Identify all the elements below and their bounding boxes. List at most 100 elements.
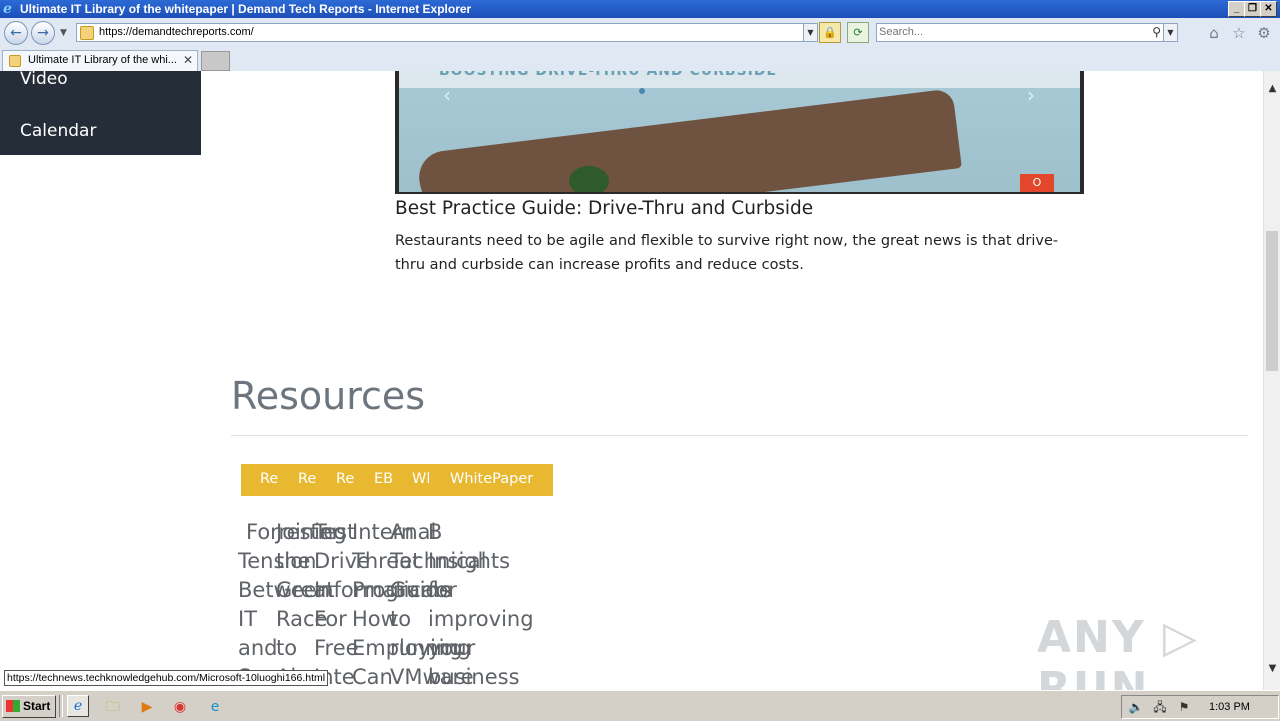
resource-card-word: Drive bbox=[314, 549, 370, 573]
resource-card-word: IT bbox=[238, 607, 258, 631]
address-url[interactable]: https://demandtechreports.com/ bbox=[99, 25, 254, 40]
resource-card-word: Test bbox=[314, 520, 356, 544]
status-bar-url: https://technews.techknowledgehub.com/Mi… bbox=[4, 670, 329, 686]
tab-strip: Ultimate IT Library of the whi... ✕ bbox=[0, 48, 1280, 72]
resource-card-word: Technical bbox=[390, 549, 487, 573]
resource-card-word: your bbox=[428, 636, 476, 660]
network-icon[interactable]: 🖧 bbox=[1152, 699, 1168, 715]
back-arrow-icon: ← bbox=[10, 25, 22, 41]
carousel-indicator[interactable] bbox=[639, 88, 645, 94]
windows-logo-icon bbox=[6, 700, 20, 712]
start-button[interactable]: Start bbox=[2, 695, 56, 718]
navigation-bar: ← → ▼ https://demandtechreports.com/ ▼ 🔒… bbox=[0, 18, 1280, 49]
window-title: Ultimate IT Library of the whitepaper | … bbox=[20, 2, 472, 16]
action-center-flag-icon[interactable]: ⚑ bbox=[1176, 699, 1192, 715]
resource-card-word: Tension bbox=[238, 549, 317, 573]
resource-card-word: Intern bbox=[352, 520, 415, 544]
post-title[interactable]: Best Practice Guide: Drive-Thru and Curb… bbox=[395, 198, 813, 219]
resource-filter-bar: Re Re Re EB Wl WhitePaper bbox=[241, 464, 553, 496]
section-divider bbox=[231, 435, 1248, 436]
filter-tab-1[interactable]: Re bbox=[260, 471, 280, 487]
filter-tab-2[interactable]: Re bbox=[298, 471, 318, 487]
post-description: Restaurants need to be agile and flexibl… bbox=[395, 233, 1059, 273]
resource-card-word: the bbox=[276, 549, 311, 573]
resource-card-word: running bbox=[390, 636, 472, 660]
ie-logo-icon: e bbox=[3, 1, 12, 17]
resource-card-word: Programs bbox=[352, 578, 452, 602]
volume-icon[interactable]: 🔈 bbox=[1128, 699, 1144, 715]
site-favicon-icon bbox=[80, 26, 94, 40]
resource-card-word: VMware bbox=[390, 665, 474, 689]
forward-button[interactable]: → bbox=[31, 21, 55, 45]
title-bar: e Ultimate IT Library of the whitepaper … bbox=[0, 0, 1280, 18]
search-box[interactable]: ⚲ ▼ bbox=[876, 23, 1178, 42]
resource-card-word: Great bbox=[276, 578, 335, 602]
scroll-down-icon[interactable]: ▼ bbox=[1264, 663, 1280, 677]
edge-icon[interactable]: e bbox=[205, 697, 225, 717]
chrome-icon[interactable]: ◉ bbox=[170, 697, 190, 717]
filter-tab-ebook[interactable]: EB bbox=[374, 471, 392, 487]
illustration-shape bbox=[416, 88, 962, 192]
resources-heading: Resources bbox=[231, 374, 426, 418]
filter-tab-3[interactable]: Re bbox=[336, 471, 356, 487]
new-tab-button[interactable] bbox=[201, 51, 230, 71]
restore-button[interactable]: ❐ bbox=[1244, 1, 1261, 17]
carousel-image[interactable]: BOOSTING DRIVE-THRU AND CURBSIDE ‹ › O bbox=[399, 71, 1080, 192]
illustration-leaf bbox=[569, 166, 609, 192]
home-icon[interactable]: ⌂ bbox=[1205, 24, 1223, 42]
resource-card-word: B bbox=[428, 520, 443, 544]
close-window-button[interactable]: ✕ bbox=[1260, 1, 1277, 17]
address-bar[interactable]: https://demandtechreports.com/ ▼ bbox=[76, 23, 818, 42]
back-button[interactable]: ← bbox=[4, 21, 28, 45]
settings-gear-icon[interactable]: ⚙ bbox=[1255, 24, 1273, 42]
resource-card-word: to bbox=[390, 607, 412, 631]
brand-badge: O bbox=[1020, 174, 1054, 192]
resource-card-word: Threat bbox=[352, 549, 421, 573]
address-dropdown-icon[interactable]: ▼ bbox=[803, 24, 817, 41]
resource-card-word: Employing bbox=[352, 636, 463, 660]
resource-card-word: improving bbox=[428, 607, 534, 631]
tab-close-icon[interactable]: ✕ bbox=[183, 53, 193, 67]
system-tray: 🔈 🖧 ⚑ 1:03 PM bbox=[1121, 695, 1279, 719]
refresh-icon[interactable]: ⟳ bbox=[847, 22, 869, 43]
scroll-thumb[interactable] bbox=[1266, 231, 1278, 371]
search-icon[interactable]: ⚲ bbox=[1152, 24, 1161, 41]
featured-carousel[interactable]: BOOSTING DRIVE-THRU AND CURBSIDE ‹ › O bbox=[395, 71, 1084, 194]
tab-favicon-icon bbox=[9, 55, 21, 67]
lock-icon[interactable]: 🔒 bbox=[819, 22, 841, 43]
resource-card-word: Guide bbox=[390, 578, 452, 602]
filter-tab-whitepaper[interactable]: WhitePaper bbox=[450, 471, 533, 487]
resource-cards: ForresterTensionBetweenITandSJoiningtheG… bbox=[238, 518, 558, 690]
carousel-caption-strip: BOOSTING DRIVE-THRU AND CURBSIDE bbox=[399, 71, 1080, 88]
resource-card-word: How bbox=[352, 607, 398, 631]
forward-arrow-icon: → bbox=[37, 25, 49, 41]
tab-active[interactable]: Ultimate IT Library of the whi... ✕ bbox=[2, 50, 198, 71]
internet-explorer-icon[interactable]: e bbox=[67, 695, 89, 717]
history-dropdown-icon[interactable]: ▼ bbox=[60, 28, 67, 38]
resource-card-word: and bbox=[238, 636, 278, 660]
search-dropdown-icon[interactable]: ▼ bbox=[1163, 24, 1177, 41]
resource-card-word: Joining bbox=[276, 520, 347, 544]
resource-card-word: Free bbox=[314, 636, 359, 660]
carousel-prev-icon[interactable]: ‹ bbox=[443, 83, 451, 107]
filter-tab-wl[interactable]: Wl bbox=[412, 471, 430, 487]
sidenav-item-video[interactable]: Video bbox=[20, 71, 68, 89]
favorites-star-icon[interactable]: ☆ bbox=[1230, 24, 1248, 42]
resource-card[interactable]: B Insights for improving your business bbox=[428, 518, 568, 690]
media-player-icon[interactable]: ▶ bbox=[137, 697, 157, 717]
resource-card-word: Informatica bbox=[314, 578, 434, 602]
file-explorer-icon[interactable]: 🗀 bbox=[103, 697, 123, 717]
resource-card-word: to bbox=[276, 636, 298, 660]
taskbar: Start e 🗀 ▶ ◉ e 🔈 🖧 ⚑ 1:03 PM bbox=[0, 690, 1280, 721]
resource-card-word: For bbox=[314, 607, 347, 631]
scroll-up-icon[interactable]: ▲ bbox=[1264, 83, 1280, 97]
carousel-next-icon[interactable]: › bbox=[1027, 83, 1035, 107]
clock[interactable]: 1:03 PM bbox=[1209, 699, 1250, 715]
minimize-button[interactable]: _ bbox=[1228, 1, 1245, 17]
page-viewport: Video Calendar BOOSTING DRIVE-THRU AND C… bbox=[0, 71, 1263, 690]
tab-label: Ultimate IT Library of the whi... bbox=[28, 54, 177, 66]
sidenav-item-calendar[interactable]: Calendar bbox=[20, 121, 96, 141]
search-input[interactable] bbox=[879, 25, 1149, 39]
resource-card-word: for bbox=[428, 578, 457, 602]
vertical-scrollbar[interactable]: ▲ ▼ bbox=[1263, 71, 1280, 690]
